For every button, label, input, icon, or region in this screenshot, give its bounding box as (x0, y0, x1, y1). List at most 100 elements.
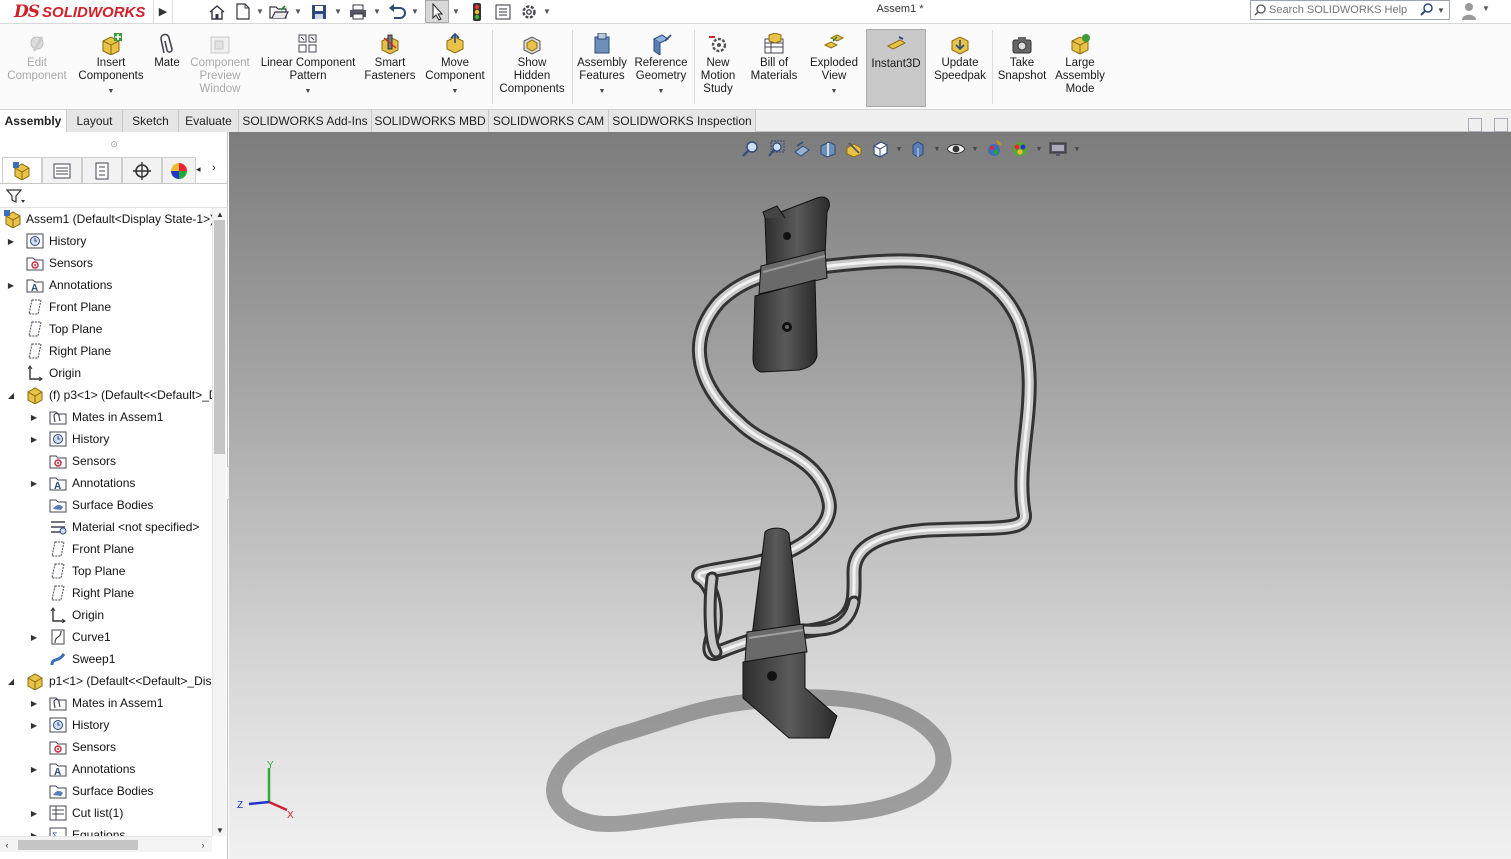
save-dropdown-arrow[interactable]: ▼ (333, 0, 343, 23)
instant3d-button[interactable]: Instant3D (866, 29, 926, 107)
move-component-button[interactable]: Move Component ▼ (422, 29, 488, 107)
new-dropdown-arrow[interactable]: ▼ (255, 0, 265, 23)
select-dropdown-arrow[interactable]: ▼ (451, 0, 461, 23)
print-icon[interactable] (346, 0, 370, 23)
open-dropdown-arrow[interactable]: ▼ (293, 0, 303, 23)
exploded-view-button[interactable]: Exploded View ▼ (806, 29, 862, 107)
expand-arrow[interactable]: ▶ (29, 802, 39, 824)
new-motion-study-button[interactable]: New Motion Study (696, 29, 740, 107)
tree-item[interactable]: Sensors (0, 252, 212, 274)
mate-button[interactable]: Mate (150, 29, 184, 107)
tree-item[interactable]: Surface Bodies (0, 780, 212, 802)
tree-item[interactable]: ◢ p1<1> (Default<<Default>_Display State … (0, 670, 212, 692)
tab-solidworks-cam[interactable]: SOLIDWORKS CAM (489, 110, 609, 132)
file-properties-icon[interactable] (492, 0, 514, 23)
dimxpert-manager-tab[interactable] (122, 157, 162, 183)
insert-components-dropdown-arrow[interactable]: ▼ (108, 85, 115, 98)
tree-item[interactable]: ◢ (f) p3<1> (Default<<Default>_Display St… (0, 384, 212, 406)
feature-manager-tab[interactable] (2, 157, 42, 183)
select-pointer-icon[interactable] (425, 0, 449, 23)
menu-flyout-arrow[interactable]: ▶ (153, 0, 173, 23)
tab-layout[interactable]: Layout (67, 110, 123, 132)
expand-arrow[interactable]: ▶ (29, 472, 39, 494)
tree-item[interactable]: ▶ Cut list(1) (0, 802, 212, 824)
expand-arrow[interactable]: ▶ (29, 626, 39, 648)
configuration-manager-tab[interactable] (82, 157, 122, 183)
options-dropdown-arrow[interactable]: ▼ (542, 0, 552, 23)
tree-item[interactable]: ▶ History (0, 230, 212, 252)
restore-panel-icon[interactable] (1468, 118, 1482, 132)
assembly-features-dropdown-arrow[interactable]: ▼ (599, 85, 606, 98)
bill-of-materials-button[interactable]: Bill of Materials (746, 29, 802, 107)
tree-item[interactable]: Surface Bodies (0, 494, 212, 516)
search-dropdown-arrow[interactable]: ▼ (1437, 6, 1445, 15)
options-gear-icon[interactable] (518, 0, 540, 23)
scroll-right-arrow[interactable]: › (196, 837, 210, 853)
expand-arrow[interactable]: ▶ (6, 230, 16, 252)
tree-item[interactable]: Top Plane (0, 318, 212, 340)
tree-item[interactable]: Front Plane (0, 538, 212, 560)
collapse-arrow[interactable]: ◢ (6, 670, 16, 692)
tree-item[interactable]: ▶ A Annotations (0, 274, 212, 296)
assembly-features-button[interactable]: Assembly Features ▼ (576, 29, 628, 107)
display-manager-tab[interactable] (162, 157, 196, 183)
help-search-input[interactable] (1269, 4, 1419, 16)
new-document-icon[interactable] (232, 0, 254, 23)
tree-item[interactable]: ▶ History (0, 428, 212, 450)
collapse-arrow[interactable]: ◢ (6, 384, 16, 406)
reference-geometry-dropdown-arrow[interactable]: ▼ (658, 85, 665, 98)
edit-component-button[interactable]: Edit Component (4, 29, 70, 107)
component-preview-window-button[interactable]: Component Preview Window (186, 29, 254, 107)
linear-component-pattern-button[interactable]: Linear Component Pattern ▼ (258, 29, 358, 107)
tab-solidworks-add-ins[interactable]: SOLIDWORKS Add-Ins (239, 110, 372, 132)
tree-item[interactable]: Right Plane (0, 582, 212, 604)
panel-grip-handle[interactable]: ⊙ (0, 132, 228, 156)
property-manager-tab[interactable] (42, 157, 82, 183)
filter-icon[interactable] (6, 188, 26, 204)
open-document-icon[interactable] (268, 0, 290, 23)
panel-tabs-scroll-right[interactable]: › (212, 162, 216, 174)
scroll-thumb[interactable] (214, 220, 225, 454)
scroll-up-arrow[interactable]: ▲ (213, 208, 227, 220)
smart-fasteners-button[interactable]: Smart Fasteners (362, 29, 418, 107)
tree-item[interactable]: ▶ Curve1 (0, 626, 212, 648)
tree-item[interactable]: Right Plane (0, 340, 212, 362)
undo-dropdown-arrow[interactable]: ▼ (410, 0, 420, 23)
tree-item[interactable]: Origin (0, 604, 212, 626)
tree-item[interactable]: Origin (0, 362, 212, 384)
move-component-dropdown-arrow[interactable]: ▼ (452, 85, 459, 98)
graphics-viewport[interactable]: ▼ ▼ ▼ ▼ ▼ Y X Z (229, 132, 1511, 859)
tree-item[interactable]: Sensors (0, 736, 212, 758)
tab-solidworks-mbd[interactable]: SOLIDWORKS MBD (372, 110, 489, 132)
tree-vertical-scrollbar[interactable]: ▲ ▼ (212, 208, 226, 836)
undo-icon[interactable] (386, 0, 408, 23)
reference-geometry-button[interactable]: Reference Geometry ▼ (632, 29, 690, 107)
expand-arrow[interactable]: ▶ (29, 824, 39, 837)
tree-item[interactable]: Front Plane (0, 296, 212, 318)
help-search-box[interactable]: ▼ (1250, 0, 1450, 20)
exploded-view-dropdown-arrow[interactable]: ▼ (831, 85, 838, 98)
tab-solidworks-inspection[interactable]: SOLIDWORKS Inspection (609, 110, 756, 132)
tree-root-assembly[interactable]: Assem1 (Default<Display State-1>) (0, 208, 212, 230)
expand-arrow[interactable]: ▶ (29, 714, 39, 736)
tree-item[interactable]: Material <not specified> (0, 516, 212, 538)
tree-item[interactable]: ▶ A Annotations (0, 472, 212, 494)
expand-arrow[interactable]: ▶ (29, 428, 39, 450)
home-icon[interactable] (206, 0, 228, 23)
tree-item[interactable]: ▶ Mates in Assem1 (0, 692, 212, 714)
expand-arrow[interactable]: ▶ (29, 406, 39, 428)
save-icon[interactable] (308, 0, 330, 23)
linear-pattern-dropdown-arrow[interactable]: ▼ (305, 85, 312, 98)
take-snapshot-button[interactable]: Take Snapshot (994, 29, 1050, 107)
scroll-left-arrow[interactable]: ‹ (0, 837, 14, 853)
horizontal-scroll-thumb[interactable] (18, 840, 138, 850)
tree-item[interactable]: ▶ Mates in Assem1 (0, 406, 212, 428)
user-account-icon[interactable] (1458, 1, 1480, 21)
update-speedpak-button[interactable]: Update Speedpak (930, 29, 990, 107)
tree-item[interactable]: ▶ History (0, 714, 212, 736)
expand-arrow[interactable]: ▶ (29, 692, 39, 714)
insert-components-button[interactable]: Insert Components ▼ (74, 29, 148, 107)
solidworks-logo[interactable]: DS SOLIDWORKS (14, 1, 150, 23)
scroll-down-arrow[interactable]: ▼ (213, 824, 227, 836)
tab-assembly[interactable]: Assembly (0, 110, 67, 132)
